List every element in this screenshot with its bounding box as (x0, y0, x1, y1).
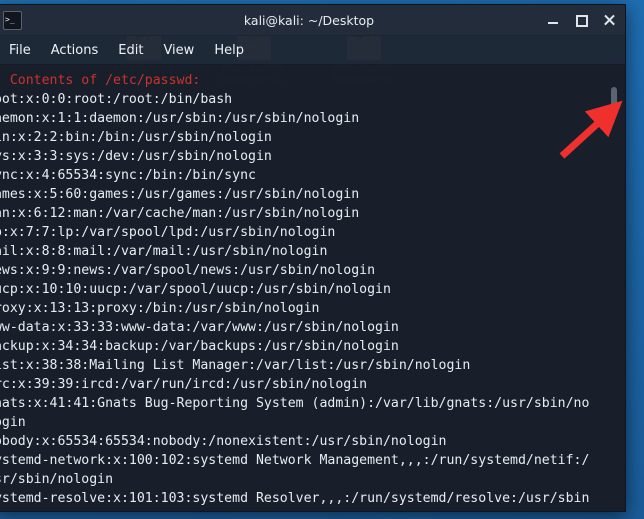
terminal-line: usr/sbin/nologin (0, 472, 114, 487)
terminal-line: irc:x:39:39:ircd:/var/run/ircd:/usr/sbin… (0, 377, 368, 392)
menu-item-edit[interactable]: Edit (110, 41, 151, 60)
scrollbar-thumb[interactable] (611, 87, 617, 113)
terminal-line: proxy:x:13:13:proxy:/bin:/usr/sbin/nolog… (0, 301, 320, 316)
terminal-lines: -] Contents of /etc/passwd: root:x:0:0:ro… (0, 71, 625, 511)
terminal-line: backup:x:34:34:backup:/var/backups:/usr/… (0, 339, 399, 354)
window-controls (546, 13, 616, 27)
terminal-line: uucp:x:10:10:uucp:/var/spool/uucp:/usr/s… (0, 282, 391, 297)
terminal-line: /nologin (0, 508, 625, 511)
terminal-line: nobody:x:65534:65534:nobody:/nonexistent… (0, 434, 447, 449)
terminal-line: list:x:38:38:Mailing List Manager:/var/l… (0, 358, 471, 373)
terminal-line: games:x:5:60:games:/usr/games:/usr/sbin/… (0, 187, 360, 202)
terminal-line: bin:x:2:2:bin:/bin:/usr/sbin/nologin (0, 130, 272, 145)
terminal-line: gnats:x:41:41:Gnats Bug-Reporting System… (0, 396, 590, 411)
close-icon[interactable] (602, 13, 616, 27)
terminal-line: -] Contents of /etc/passwd: (0, 73, 201, 88)
terminal-scrollbar[interactable] (611, 65, 617, 511)
terminal-line: news:x:9:9:news:/var/spool/news:/usr/sbi… (0, 263, 376, 278)
menu-item-help[interactable]: Help (206, 41, 252, 60)
terminal-line: lp:x:7:7:lp:/var/spool/lpd:/usr/sbin/nol… (0, 225, 336, 240)
terminal-line: www-data:x:33:33:www-data:/var/www:/usr/… (0, 320, 399, 335)
terminal-line: mail:x:8:8:mail:/var/mail:/usr/sbin/nolo… (0, 244, 328, 259)
window-title: kali@kali: ~/Desktop (243, 12, 375, 28)
menu-item-view[interactable]: View (155, 41, 202, 60)
terminal-line: systemd-network:x:100:102:systemd Networ… (0, 453, 590, 468)
menu-item-file[interactable]: File (1, 41, 39, 60)
menu-item-actions[interactable]: Actions (43, 41, 107, 60)
terminal-line: root:x:0:0:root:/root:/bin/bash (0, 92, 233, 107)
terminal-line: man:x:6:12:man:/var/cache/man:/usr/sbin/… (0, 206, 360, 221)
terminal-output-area[interactable]: -] Contents of /etc/passwd: root:x:0:0:ro… (0, 65, 625, 511)
terminal-line: sys:x:3:3:sys:/dev:/usr/sbin/nologin (0, 149, 272, 164)
terminal-line: sync:x:4:65534:sync:/bin:/bin/sync (0, 168, 256, 183)
menu-bar: File Actions Edit View Help (0, 36, 625, 65)
terminal-line: login (0, 415, 26, 430)
title-bar[interactable]: kali@kali: ~/Desktop (0, 5, 625, 36)
terminal-icon (3, 10, 22, 30)
screen: #! LinEnum.sh 🐫 linux-exploit-suggester-… (0, 0, 644, 519)
terminal-window: kali@kali: ~/Desktop File Actions Edit V… (0, 4, 626, 512)
minimize-icon[interactable] (546, 13, 560, 27)
terminal-line: systemd-resolve:x:101:103:systemd Resolv… (0, 491, 590, 506)
terminal-line: daemon:x:1:1:daemon:/usr/sbin:/usr/sbin/… (0, 111, 360, 126)
maximize-icon[interactable] (574, 13, 588, 27)
